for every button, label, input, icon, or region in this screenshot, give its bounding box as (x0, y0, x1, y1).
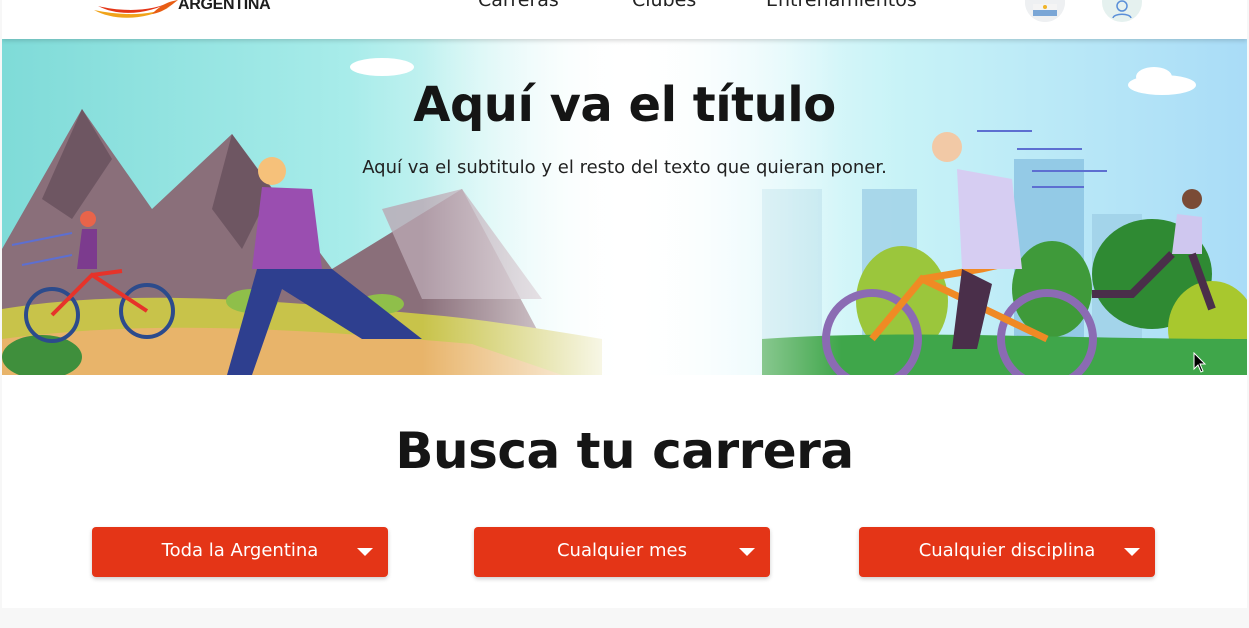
month-dropdown-label: Cualquier mes (556, 540, 688, 561)
discipline-dropdown[interactable]: Cualquier disciplina (859, 527, 1155, 577)
nav-clubes[interactable]: Clubes (632, 0, 696, 11)
user-icon[interactable] (1102, 0, 1142, 22)
page: ARGENTINA Carreras Clubes Entrenamientos (2, 0, 1247, 608)
caret-down-icon (357, 548, 373, 556)
hero-title: Aquí va el título (413, 77, 836, 133)
logo-text[interactable]: ARGENTINA (178, 0, 271, 14)
hero-subtitle: Aquí va el subtitulo y el resto del text… (362, 157, 887, 178)
mouse-pointer-icon (1193, 352, 1207, 373)
region-dropdown[interactable]: Toda la Argentina (92, 527, 388, 577)
month-dropdown[interactable]: Cualquier mes (474, 527, 770, 577)
caret-down-icon (739, 548, 755, 556)
site-header: ARGENTINA Carreras Clubes Entrenamientos (2, 0, 1247, 39)
argentina-flag-icon[interactable] (1025, 0, 1065, 22)
nav-carreras[interactable]: Carreras (478, 0, 559, 11)
hero-banner: Aquí va el título Aquí va el subtitulo y… (2, 39, 1247, 375)
caret-down-icon (1124, 548, 1140, 556)
region-dropdown-label: Toda la Argentina (161, 540, 319, 561)
search-title: Busca tu carrera (395, 422, 854, 480)
discipline-dropdown-label: Cualquier disciplina (918, 540, 1096, 561)
nav-entrenamientos[interactable]: Entrenamientos (766, 0, 917, 11)
